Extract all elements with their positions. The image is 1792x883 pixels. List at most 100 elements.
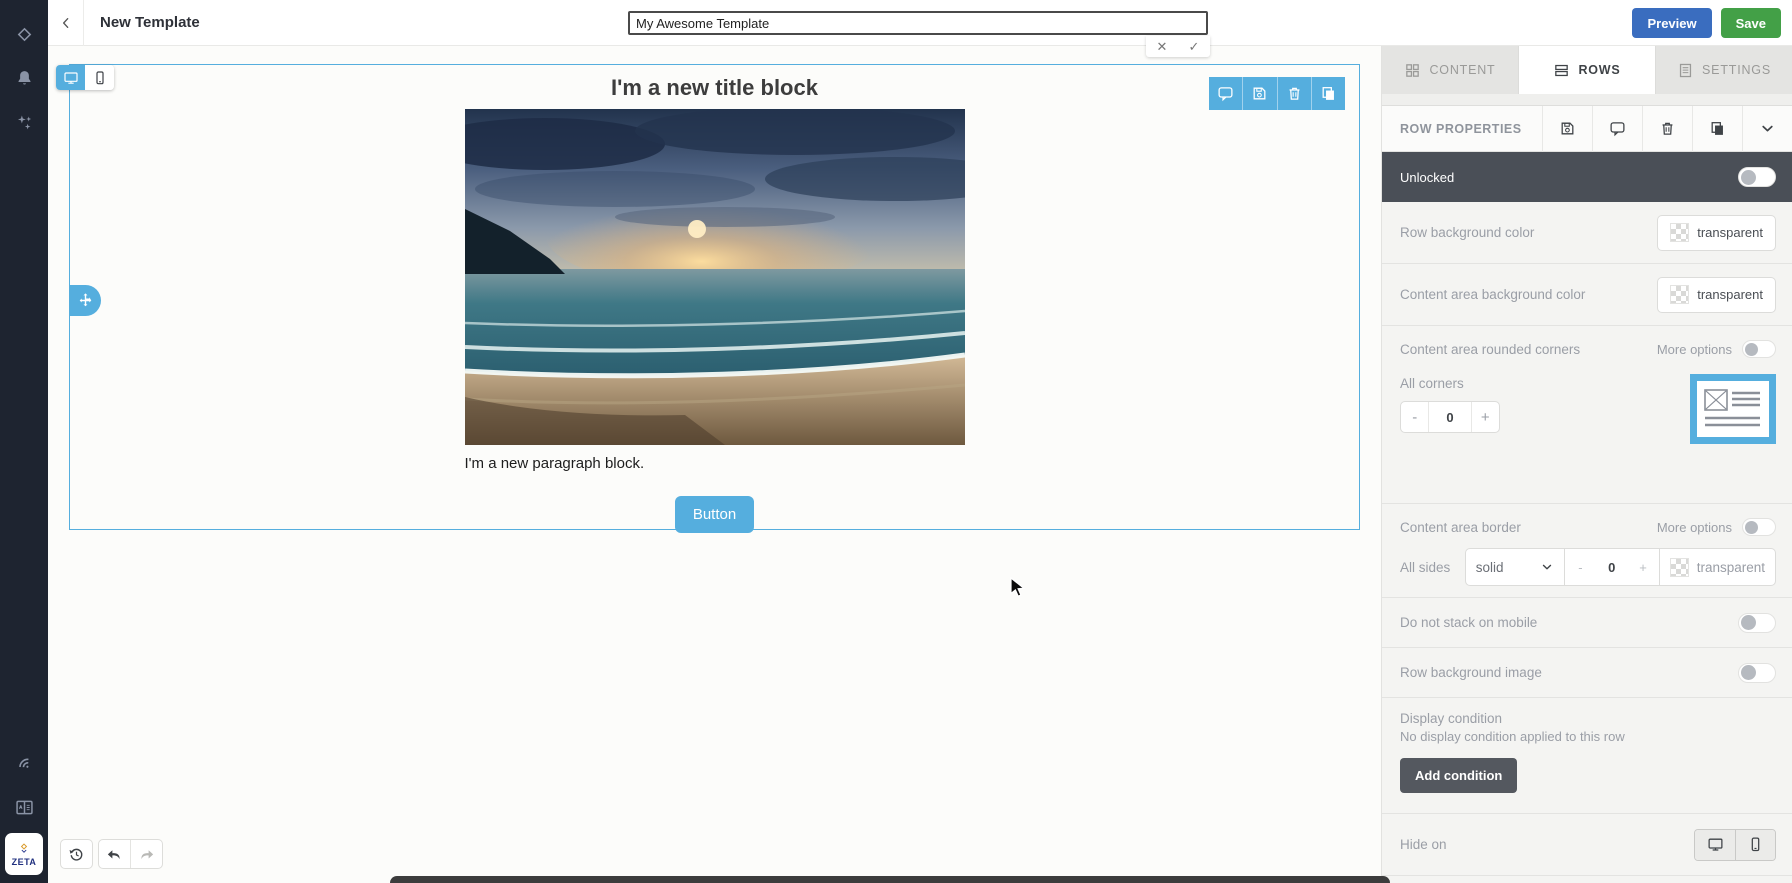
template-name-input[interactable]: [628, 11, 1208, 35]
border-color-value: transparent: [1697, 560, 1765, 575]
beach-image-block[interactable]: [465, 109, 965, 445]
corners-decrement-button[interactable]: -: [1401, 402, 1428, 432]
row-properties-title: ROW PROPERTIES: [1382, 122, 1542, 136]
display-condition-status: No display condition applied to this row: [1400, 729, 1776, 744]
hide-on-buttons: [1694, 829, 1776, 861]
top-actions: Preview Save: [1632, 8, 1781, 38]
tab-content-label: CONTENT: [1429, 63, 1495, 77]
save-button[interactable]: Save: [1721, 8, 1781, 38]
panel-tabs: CONTENT ROWS SETTINGS: [1382, 46, 1792, 94]
name-confirm-button[interactable]: ✓: [1178, 36, 1210, 57]
sparkles-button[interactable]: [0, 100, 48, 144]
history-button[interactable]: [61, 840, 92, 868]
device-preview-toggle: [56, 65, 114, 90]
save-icon: [1251, 85, 1268, 102]
sparkles-icon: [14, 112, 35, 133]
name-cancel-button[interactable]: ✕: [1146, 36, 1178, 57]
zeta-badge-label: ZETA: [12, 857, 37, 867]
move-icon: [77, 292, 94, 309]
email-content-column: I'm a new title block: [455, 65, 975, 533]
title-block[interactable]: I'm a new title block: [455, 75, 975, 101]
settings-doc-icon: [1677, 62, 1694, 79]
tab-rows[interactable]: ROWS: [1519, 46, 1655, 94]
preview-button[interactable]: Preview: [1632, 8, 1711, 38]
email-button-block[interactable]: Button: [675, 496, 754, 533]
zeta-diamond-icon: [16, 842, 32, 856]
row-save-button[interactable]: [1242, 77, 1276, 110]
hide-on-mobile-button[interactable]: [1735, 830, 1775, 860]
redo-icon: [138, 846, 155, 863]
row-background-image-toggle[interactable]: [1738, 663, 1776, 683]
copy-icon: [1320, 85, 1337, 102]
signal-button[interactable]: [0, 741, 48, 785]
bell-icon: [14, 68, 35, 89]
collapse-panel-button[interactable]: [1742, 106, 1792, 152]
desktop-view-button[interactable]: [56, 65, 85, 90]
trash-icon: [1286, 85, 1303, 102]
tab-settings[interactable]: SETTINGS: [1656, 46, 1792, 94]
editor-canvas[interactable]: I'm a new title block: [48, 46, 1381, 883]
zeta-logo-button[interactable]: [0, 12, 48, 56]
row-drag-handle[interactable]: [70, 285, 101, 316]
row-delete-button[interactable]: [1277, 77, 1311, 110]
corners-increment-button[interactable]: +: [1472, 402, 1499, 432]
back-button[interactable]: [48, 0, 84, 46]
border-width-value[interactable]: 0: [1596, 560, 1627, 575]
selected-row[interactable]: I'm a new title block: [69, 64, 1360, 530]
app-window: ZETA New Template ✕ ✓ Preview Save I': [0, 0, 1792, 883]
signal-icon: [14, 753, 35, 774]
tab-settings-label: SETTINGS: [1702, 63, 1771, 77]
stack-on-mobile-toggle[interactable]: [1738, 613, 1776, 633]
zeta-badge[interactable]: ZETA: [5, 833, 43, 875]
notifications-button[interactable]: [0, 56, 48, 100]
unlocked-bar: Unlocked: [1382, 152, 1792, 202]
border-color-picker[interactable]: transparent: [1659, 548, 1776, 586]
tab-rows-label: ROWS: [1578, 63, 1620, 77]
monitor-icon: [1707, 836, 1724, 853]
unlocked-toggle[interactable]: [1738, 167, 1776, 187]
content-background-color-label: Content area background color: [1400, 287, 1657, 302]
properties-panel: CONTENT ROWS SETTINGS ROW PROPERTIES: [1381, 46, 1792, 883]
row-props-duplicate-button[interactable]: [1692, 106, 1742, 152]
display-condition-label: Display condition: [1400, 711, 1776, 726]
hide-on-desktop-button[interactable]: [1695, 830, 1735, 860]
all-sides-label: All sides: [1400, 560, 1465, 575]
transparent-swatch-icon: [1670, 223, 1689, 242]
row-background-color-value: transparent: [1697, 225, 1763, 240]
rounded-corners-more-options-toggle[interactable]: [1742, 340, 1776, 358]
row-comment-button[interactable]: [1209, 77, 1242, 110]
content-background-color-picker[interactable]: transparent: [1657, 277, 1776, 313]
copy-icon: [1709, 120, 1726, 137]
content-border-label: Content area border: [1400, 520, 1657, 535]
paragraph-block[interactable]: I'm a new paragraph block.: [455, 445, 975, 472]
border-style-value: solid: [1476, 560, 1540, 575]
border-style-select[interactable]: solid: [1465, 548, 1565, 586]
chevron-down-icon: [1540, 560, 1554, 574]
mouse-cursor: [1010, 577, 1030, 599]
address-book-button[interactable]: [0, 785, 48, 829]
border-width-increment[interactable]: +: [1627, 560, 1658, 575]
rounded-corners-section: Content area rounded corners More option…: [1382, 326, 1792, 504]
hide-on-section: Hide on: [1382, 814, 1792, 876]
row-duplicate-button[interactable]: [1311, 77, 1345, 110]
border-width-decrement[interactable]: -: [1565, 560, 1596, 575]
name-edit-popover: ✕ ✓: [1146, 36, 1210, 57]
row-props-save-button[interactable]: [1542, 106, 1592, 152]
monitor-icon: [63, 70, 79, 86]
row-background-image-label: Row background image: [1400, 665, 1738, 680]
content-border-section: Content area border More options All sid…: [1382, 504, 1792, 598]
mobile-view-button[interactable]: [85, 65, 114, 90]
border-more-options-toggle[interactable]: [1742, 518, 1776, 536]
chevron-left-icon: [58, 15, 74, 31]
save-icon: [1559, 120, 1576, 137]
corners-value[interactable]: 0: [1428, 402, 1471, 432]
phone-icon: [1747, 836, 1764, 853]
redo-button[interactable]: [131, 840, 162, 868]
row-props-delete-button[interactable]: [1642, 106, 1692, 152]
row-background-color-picker[interactable]: transparent: [1657, 215, 1776, 251]
row-props-comment-button[interactable]: [1592, 106, 1642, 152]
diamond-logo-icon: [14, 24, 35, 45]
undo-button[interactable]: [99, 840, 130, 868]
tab-content[interactable]: CONTENT: [1382, 46, 1518, 94]
add-condition-button[interactable]: Add condition: [1400, 758, 1517, 793]
